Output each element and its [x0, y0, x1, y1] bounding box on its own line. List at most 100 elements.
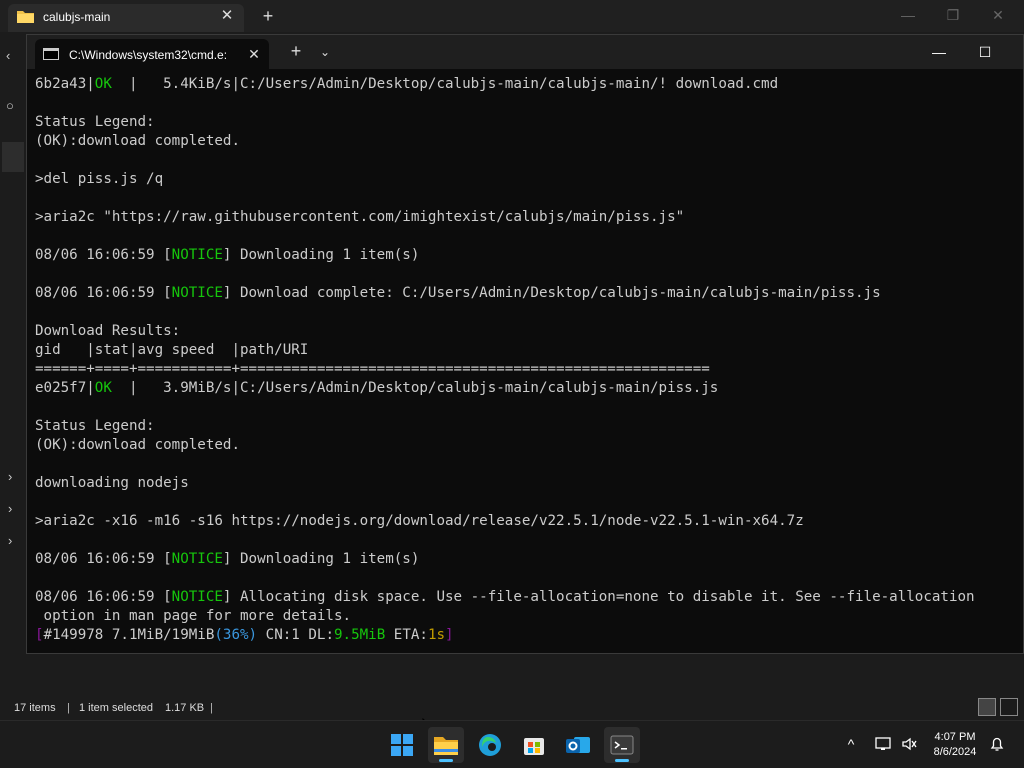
explorer-status-bar: 17 items | 1 item selected 1.17 KB | — [0, 696, 1024, 720]
terminal-text: 1s — [427, 627, 446, 643]
outlook-icon — [566, 737, 590, 753]
terminal-text: Status Legend: — [35, 114, 155, 130]
terminal-text: 08/06 16:06:59 [ — [35, 247, 172, 263]
terminal-text: gid |stat|avg speed |path/URI — [35, 342, 309, 358]
chevron-right-icon[interactable]: › — [8, 533, 22, 548]
notification-icon[interactable] — [988, 735, 1006, 753]
minimize-icon[interactable]: — — [893, 6, 923, 24]
terminal-text: | 5.4KiB/s|C:/Users/Admin/Desktop/calubj… — [111, 76, 779, 92]
start-button[interactable] — [384, 727, 420, 763]
clock-date: 8/6/2024 — [933, 746, 977, 758]
minimize-icon[interactable]: — — [924, 41, 954, 63]
status-separator: | — [210, 702, 213, 714]
cmd-icon — [43, 48, 59, 60]
taskbar-terminal[interactable] — [604, 727, 640, 763]
terminal-text: #149978 7.1MiB/19MiB — [43, 627, 215, 643]
terminal-text: ] Allocating disk space. Use --file-allo… — [222, 589, 975, 605]
terminal-line: [#149978 7.1MiB/19MiB(36%) CN:1 DL:9.5Mi… — [35, 626, 1023, 645]
terminal-tab-title: C:\Windows\system32\cmd.e: — [69, 48, 228, 62]
volume-icon[interactable] — [900, 735, 918, 753]
terminal-text: ETA: — [385, 627, 428, 643]
terminal-line: >aria2c -x16 -m16 -s16 https://nodejs.or… — [35, 512, 1023, 531]
terminal-text: CN:1 DL: — [257, 627, 334, 643]
store-icon — [524, 738, 544, 755]
terminal-text: NOTICE — [171, 589, 223, 605]
terminal-text: Download Results: — [35, 323, 181, 339]
status-separator: | — [67, 702, 70, 714]
terminal-line: 08/06 16:06:59 [NOTICE] Download complet… — [35, 284, 1023, 303]
terminal-text: (36%) — [214, 627, 258, 643]
chevron-up-icon[interactable]: ^ — [842, 735, 860, 753]
terminal-output[interactable]: 6b2a43| OK | 5.4KiB/s|C:/Users/Admin/Desk… — [35, 75, 1023, 651]
terminal-line: >aria2c "https://raw.githubusercontent.c… — [35, 208, 1023, 227]
terminal-line: >del piss.js /q — [35, 170, 1023, 189]
network-icon[interactable] — [874, 735, 892, 753]
chevron-right-icon[interactable]: › — [8, 501, 22, 516]
terminal-line: e025f7|OK | 3.9MiB/s|C:/Users/Admin/Desk… — [35, 379, 1023, 398]
terminal-titlebar: C:\Windows\system32\cmd.e: ✕ + ⌄ — ☐ — [27, 35, 1023, 69]
close-tab-button[interactable]: ✕ — [245, 45, 263, 63]
terminal-line: Status Legend: — [35, 113, 1023, 132]
new-tab-button[interactable]: + — [258, 7, 278, 27]
terminal-text: | 3.9MiB/s|C:/Users/Admin/Desktop/calubj… — [111, 380, 719, 396]
terminal-line: (OK):download completed. — [35, 132, 1023, 151]
terminal-line: gid |stat|avg speed |path/URI — [35, 341, 1023, 360]
terminal-line: Status Legend: — [35, 417, 1023, 436]
terminal-line: option in man page for more details. — [35, 607, 1023, 626]
explorer-tab[interactable]: calubjs-main ✕ — [8, 4, 244, 32]
terminal-line: Download Results: — [35, 322, 1023, 341]
selection-status: 1 item selected — [79, 702, 153, 714]
terminal-text: [ — [35, 627, 44, 643]
maximize-icon[interactable]: ☐ — [970, 41, 1000, 63]
terminal-text: 08/06 16:06:59 [ — [35, 589, 172, 605]
taskbar-edge[interactable] — [472, 727, 508, 763]
clock-time: 4:07 PM — [934, 731, 976, 743]
taskbar-outlook[interactable] — [560, 727, 596, 763]
system-clock[interactable]: 4:07 PM 8/6/2024 — [920, 730, 990, 760]
terminal-text: Status Legend: — [35, 418, 155, 434]
terminal-text: ] — [445, 627, 454, 643]
folder-icon — [17, 11, 34, 23]
terminal-text: 6b2a43| — [35, 76, 95, 92]
taskbar-store[interactable] — [516, 727, 552, 763]
terminal-text: NOTICE — [171, 285, 223, 301]
details-view-icon[interactable] — [978, 698, 996, 716]
terminal-text: OK — [94, 380, 112, 396]
terminal-window: C:\Windows\system32\cmd.e: ✕ + ⌄ — ☐ 6b2… — [26, 34, 1024, 654]
taskbar: ^ 4:07 PM 8/6/2024 — [0, 720, 1024, 768]
tiles-view-icon[interactable] — [1000, 698, 1018, 716]
terminal-text: option in man page for more details. — [35, 608, 352, 624]
file-explorer-icon — [434, 737, 458, 755]
explorer-titlebar: calubjs-main ✕ + — ❐ ✕ — [0, 0, 1024, 32]
nav-selected-item[interactable] — [2, 142, 24, 172]
terminal-text: (OK):download completed. — [35, 133, 240, 149]
terminal-text: NOTICE — [171, 551, 223, 567]
terminal-line: 08/06 16:06:59 [NOTICE] Downloading 1 it… — [35, 246, 1023, 265]
terminal-line: (OK):download completed. — [35, 436, 1023, 455]
close-tab-button[interactable]: ✕ — [218, 7, 236, 25]
terminal-text: ======+====+===========+================… — [35, 361, 710, 377]
new-tab-button[interactable]: + — [286, 42, 306, 62]
taskbar-file-explorer[interactable] — [428, 727, 464, 763]
close-icon[interactable]: ✕ — [983, 6, 1013, 24]
chevron-right-icon[interactable]: › — [8, 469, 22, 484]
chevron-down-icon[interactable]: ⌄ — [316, 43, 334, 61]
explorer-tab-title: calubjs-main — [43, 10, 111, 24]
restore-icon[interactable]: ❐ — [938, 6, 968, 24]
terminal-text: ] Downloading 1 item(s) — [222, 247, 420, 263]
terminal-tab[interactable]: C:\Windows\system32\cmd.e: ✕ — [35, 39, 269, 69]
explorer-nav-pane: ‹ ○ › › › — [0, 32, 26, 688]
terminal-line: downloading nodejs — [35, 474, 1023, 493]
terminal-text: downloading nodejs — [35, 475, 189, 491]
selection-size: 1.17 KB — [165, 702, 205, 714]
terminal-line: 6b2a43|OK | 5.4KiB/s|C:/Users/Admin/Desk… — [35, 75, 1023, 94]
start-icon — [391, 734, 413, 756]
terminal-text: >aria2c -x16 -m16 -s16 https://nodejs.or… — [35, 513, 804, 529]
